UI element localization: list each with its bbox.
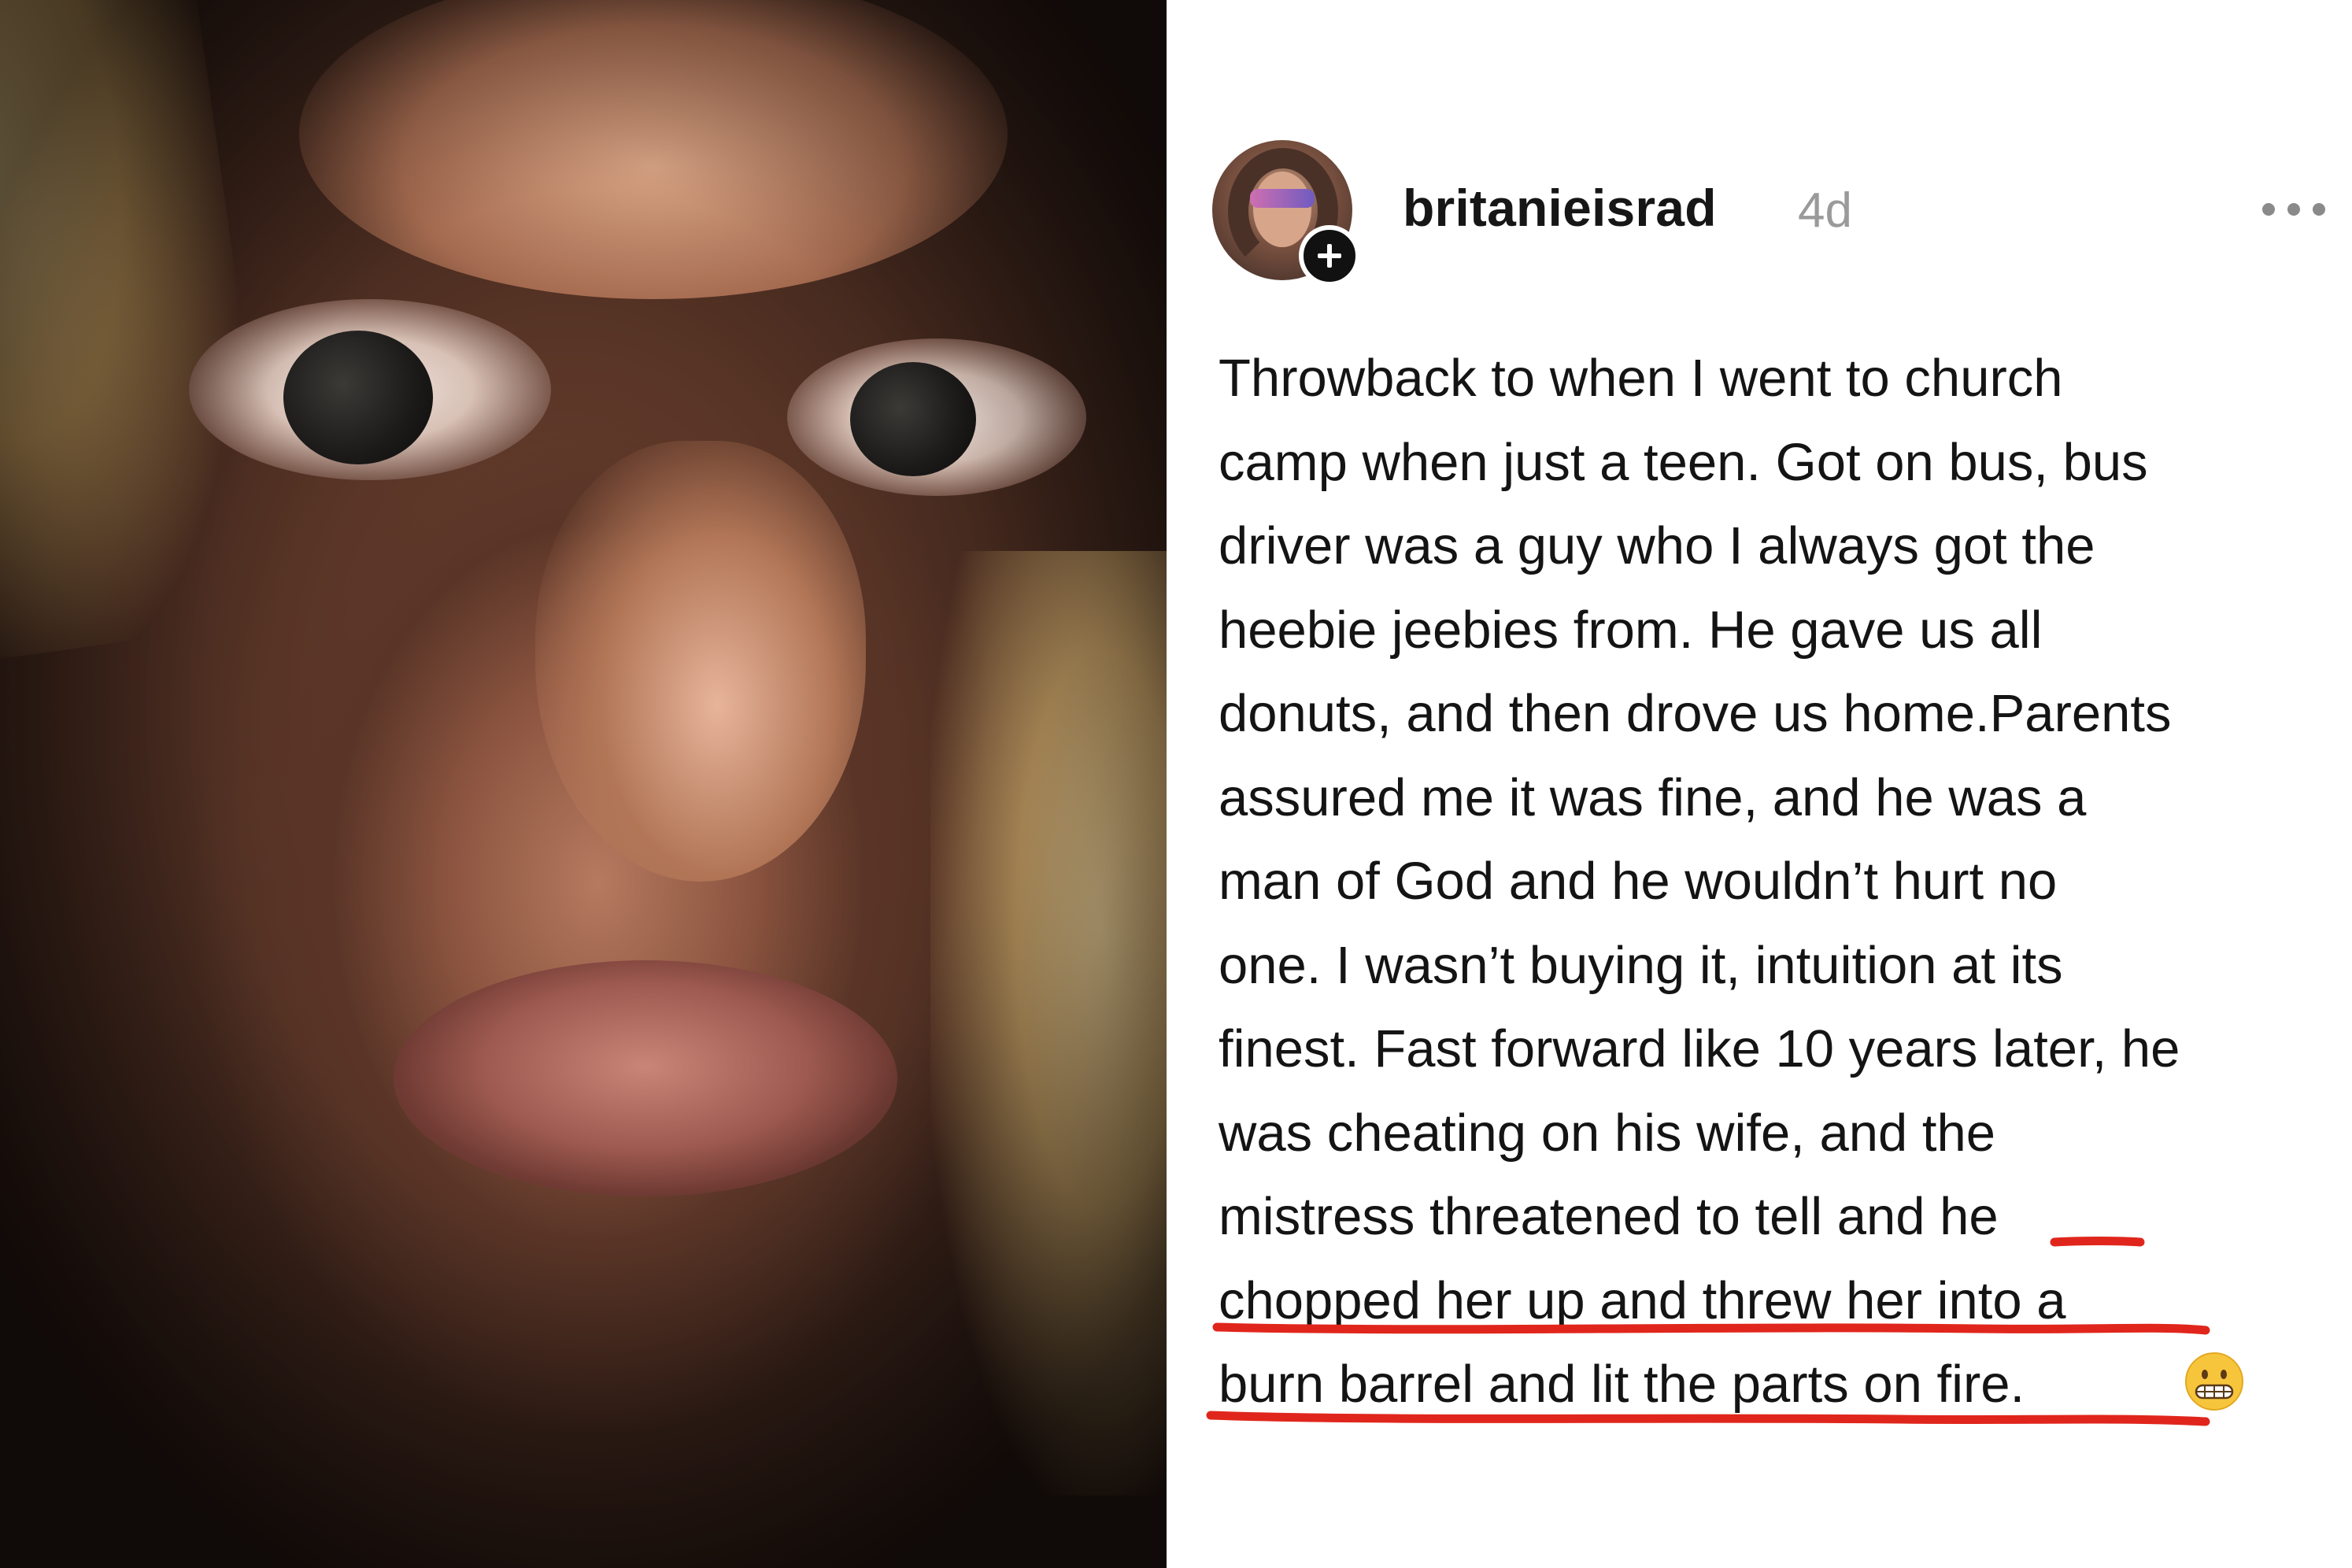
post-line: one. I wasn’t buying it, intuition at it… <box>1219 935 2063 995</box>
post-line: driver was a guy who I always got the <box>1219 516 2095 575</box>
post-timestamp: 4d <box>1798 183 1852 238</box>
post-line: Throwback to when I went to church <box>1219 349 2063 408</box>
post-line: was cheating on his wife, and the <box>1219 1103 1996 1163</box>
grimacing-face-icon <box>2185 1352 2243 1411</box>
post-line: finest. Fast forward like 10 years later… <box>1219 1019 2180 1078</box>
more-horizontal-icon <box>2262 203 2325 216</box>
post-line: donuts, and then drove us home.Parents <box>1219 684 2172 743</box>
more-options-button[interactable] <box>2254 194 2333 225</box>
reaction-photo <box>0 0 1167 1568</box>
post-line: camp when just a teen. Got on bus, bus <box>1219 432 2148 492</box>
social-post: britanieisrad 4d Throwback to when I wen… <box>1190 0 2352 1568</box>
post-line: chopped her up and threw her into a <box>1219 1270 2066 1330</box>
post-line: heebie jeebies from. He gave us all <box>1219 600 2043 660</box>
username[interactable]: britanieisrad <box>1403 178 1717 238</box>
post-line: mistress threatened to tell and he <box>1219 1187 1999 1246</box>
follow-button[interactable] <box>1299 225 1360 287</box>
screenshot-composite: britanieisrad 4d Throwback to when I wen… <box>0 0 2352 1568</box>
post-body: Throwback to when I went to church camp … <box>1219 337 2352 1427</box>
post-line: assured me it was fine, and he was a <box>1219 767 2087 827</box>
divider <box>1167 0 1190 1568</box>
plus-icon <box>1318 244 1341 268</box>
post-line: burn barrel and lit the parts on fire. <box>1219 1355 2025 1414</box>
post-line: man of God and he wouldn’t hurt no <box>1219 852 2058 911</box>
